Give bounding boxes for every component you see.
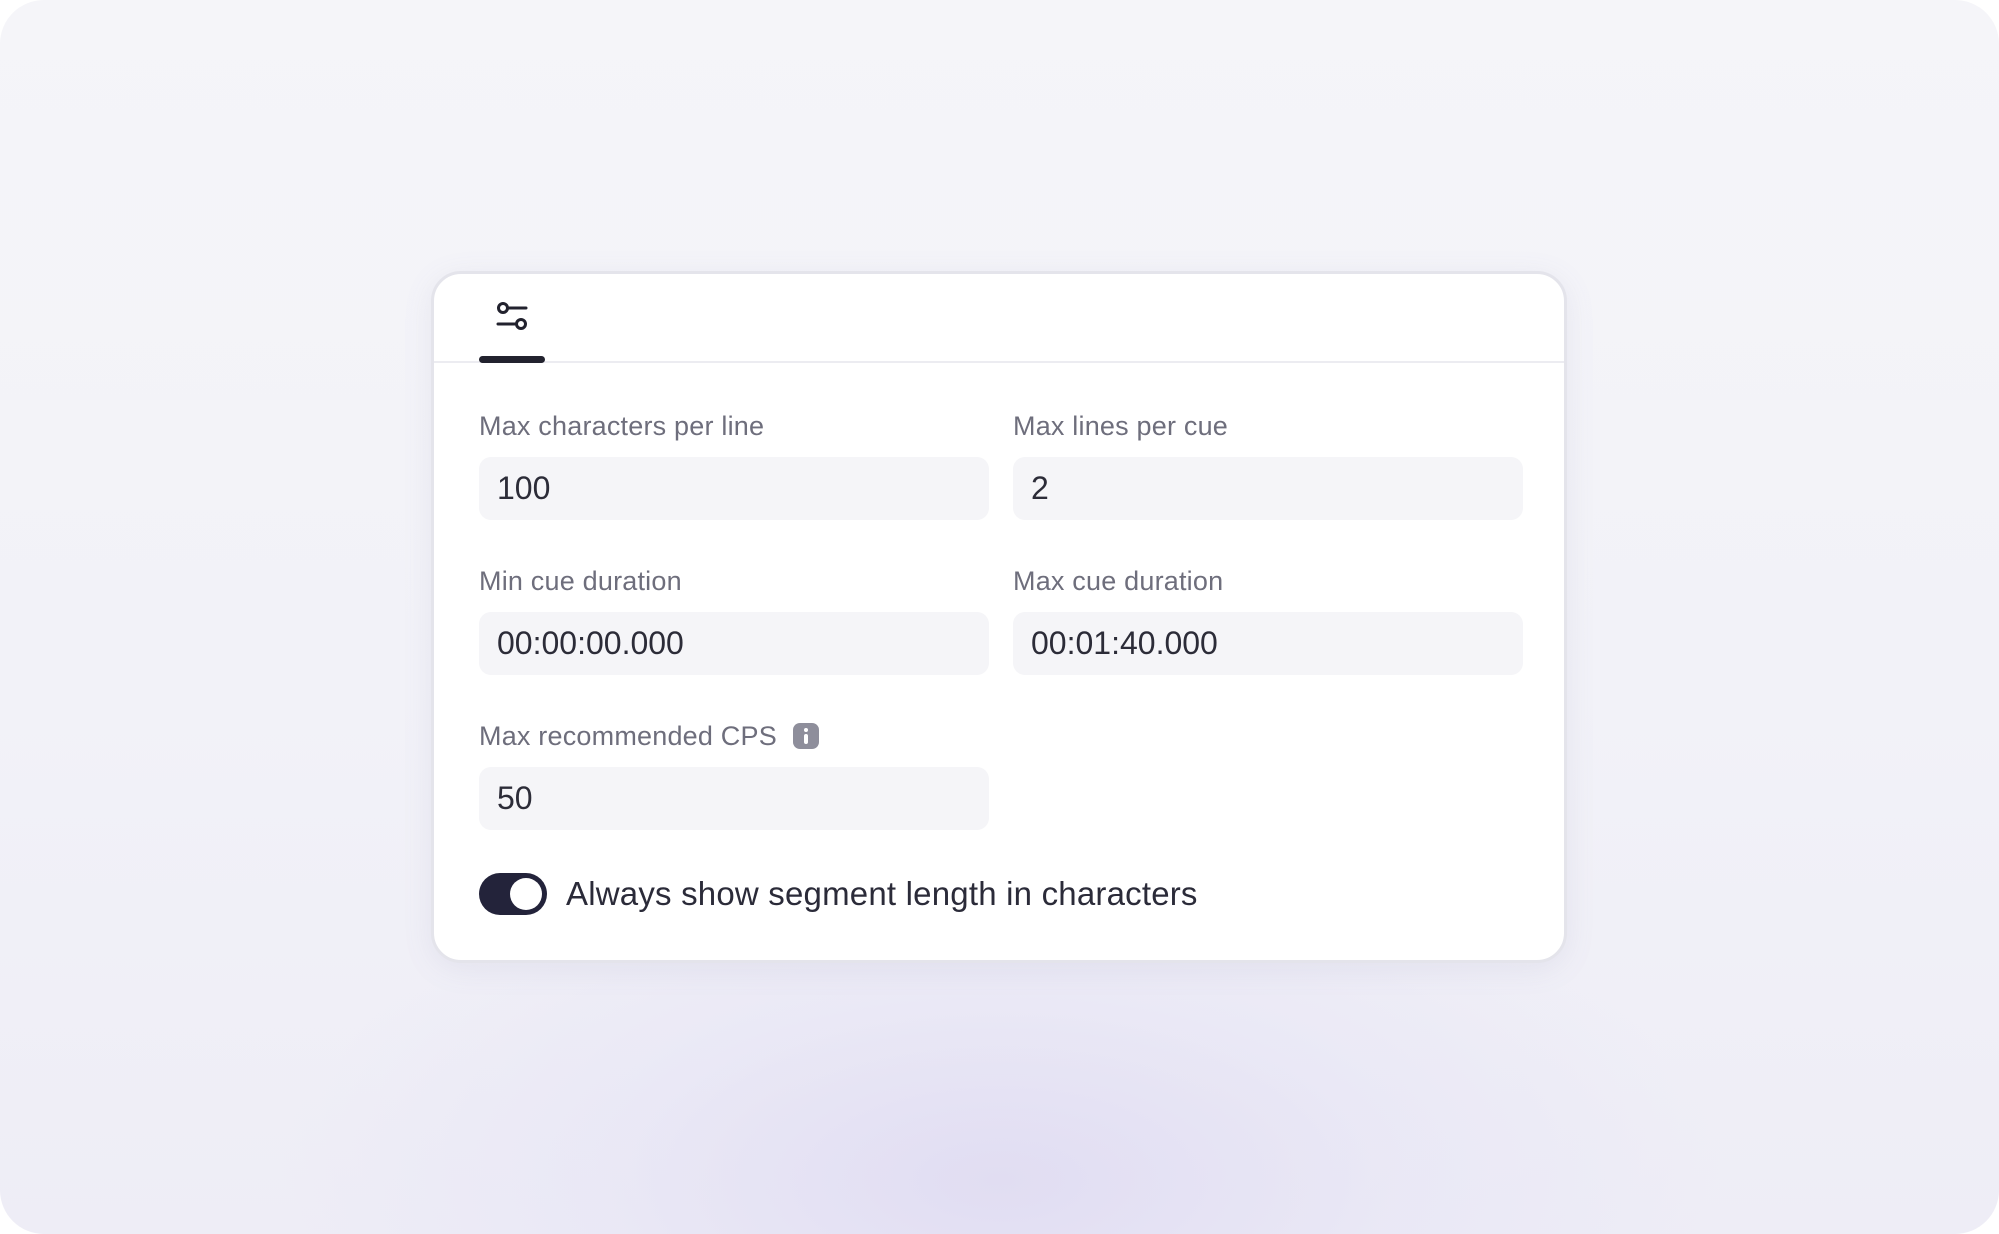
active-tab-indicator: [479, 356, 545, 363]
max-characters-per-line-label: Max characters per line: [479, 410, 765, 441]
min-cue-duration-field: Min cue duration: [479, 563, 989, 675]
tab-settings[interactable]: [479, 274, 545, 363]
max-cue-duration-input[interactable]: [1013, 612, 1523, 675]
sliders-icon: [496, 302, 528, 330]
segment-length-toggle-label: Always show segment length in characters: [566, 875, 1198, 912]
settings-card: Max characters per line Max lines per cu…: [431, 271, 1567, 963]
max-characters-per-line-input[interactable]: [479, 457, 989, 520]
max-lines-per-cue-label: Max lines per cue: [1013, 410, 1228, 441]
max-lines-per-cue-field: Max lines per cue: [1013, 408, 1523, 520]
segment-length-toggle[interactable]: [479, 873, 547, 915]
max-cue-duration-label: Max cue duration: [1013, 565, 1224, 596]
max-lines-per-cue-input[interactable]: [1013, 457, 1523, 520]
tab-bar: [434, 274, 1564, 363]
max-recommended-cps-field: Max recommended CPS: [479, 718, 989, 830]
info-icon[interactable]: [792, 723, 819, 749]
min-cue-duration-label: Min cue duration: [479, 565, 682, 596]
max-characters-per-line-field: Max characters per line: [479, 408, 989, 520]
min-cue-duration-input[interactable]: [479, 612, 989, 675]
background: Max characters per line Max lines per cu…: [0, 0, 1999, 1234]
segment-length-toggle-row: Always show segment length in characters: [479, 872, 1198, 916]
max-cue-duration-field: Max cue duration: [1013, 563, 1523, 675]
max-recommended-cps-label-row: Max recommended CPS: [479, 718, 989, 754]
toggle-knob: [510, 878, 542, 910]
max-recommended-cps-label: Max recommended CPS: [479, 720, 777, 751]
max-recommended-cps-input[interactable]: [479, 767, 989, 830]
